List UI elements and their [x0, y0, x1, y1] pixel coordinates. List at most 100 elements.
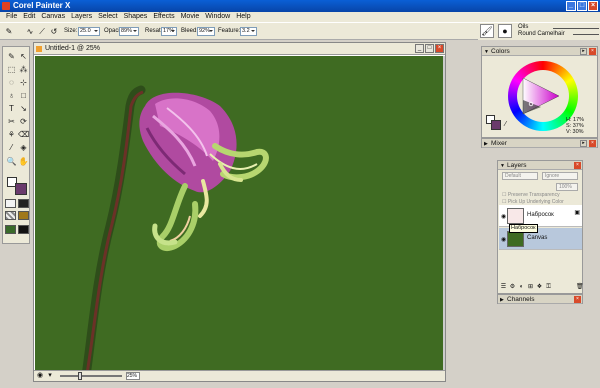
size-field[interactable]: 25.0: [78, 27, 100, 36]
delete-layer-icon[interactable]: 🗑: [576, 284, 584, 291]
brush-tool-icon[interactable]: ✎: [6, 51, 17, 62]
layer-thumbnail: [507, 208, 524, 224]
layers-panel-header[interactable]: ▼ Layers ×: [498, 161, 582, 170]
menu-effects[interactable]: Effects: [150, 12, 177, 22]
panel-menu-icon[interactable]: ▸: [580, 140, 587, 147]
brush-category-icon[interactable]: 🖌: [480, 24, 494, 38]
colors-panel-header[interactable]: ▼ Colors ▸ ×: [482, 47, 597, 56]
nozzle-selector-icon[interactable]: [5, 225, 16, 234]
menu-help[interactable]: Help: [233, 12, 253, 22]
panel-close-icon[interactable]: ×: [589, 140, 596, 147]
dynamic-plugins-icon[interactable]: ⚙: [509, 284, 516, 291]
bleed-field[interactable]: 92%: [197, 27, 215, 36]
menu-window[interactable]: Window: [202, 12, 233, 22]
zoom-out-icon[interactable]: ▾: [46, 372, 54, 380]
composite-method-select[interactable]: Default: [502, 172, 538, 180]
lasso-icon[interactable]: ◌: [6, 77, 17, 88]
doc-close-button[interactable]: ×: [435, 44, 444, 53]
look-selector-icon[interactable]: [18, 225, 29, 234]
expand-triangle-icon[interactable]: ▶: [500, 296, 504, 305]
panel-close-icon[interactable]: ×: [589, 48, 596, 55]
rectangle-shape-icon[interactable]: □: [18, 90, 29, 101]
new-layer-icon[interactable]: ⊞: [527, 284, 534, 291]
layer-adjuster-icon[interactable]: ↖: [18, 51, 29, 62]
brush-variant-icon[interactable]: ●: [498, 24, 512, 38]
shape-selection-icon[interactable]: ↘: [18, 103, 29, 114]
mixer-panel-header[interactable]: ▶ Mixer ▸ ×: [482, 139, 597, 148]
zoom-slider-track[interactable]: [60, 375, 122, 377]
app-title-bar: Corel Painter X _ □ ×: [0, 0, 600, 12]
layer-name-tooltip: Набросок: [509, 224, 538, 233]
weaves-selector-icon[interactable]: [5, 211, 16, 220]
scissors-icon[interactable]: ✂: [6, 116, 17, 127]
resat-field[interactable]: 17%: [161, 27, 177, 36]
rotate-icon[interactable]: ⟳: [18, 116, 29, 127]
pattern-selector-icon[interactable]: [18, 199, 29, 208]
painting-canvas[interactable]: [35, 56, 444, 370]
close-button[interactable]: ×: [588, 1, 598, 11]
toolbox: ✎ ↖ ⬚ ⁂ ◌ ⊹ ♁ □ T ↘ ✂ ⟳ ⚘ ⌫ ⁄ ◈ 🔍 ✋: [2, 46, 30, 244]
panel-menu-icon[interactable]: ▸: [580, 48, 587, 55]
panel-close-icon[interactable]: ×: [574, 162, 581, 169]
composite-depth-select[interactable]: Ignore: [542, 172, 578, 180]
dropper-icon[interactable]: ⁄: [6, 142, 17, 153]
group-layers-icon[interactable]: ❖: [536, 284, 543, 291]
eyedropper-icon[interactable]: ⁄: [505, 121, 506, 128]
channels-panel-header[interactable]: ▶ Channels ×: [498, 295, 582, 304]
document-status-bar: ◉ ▾ 25%: [34, 370, 445, 381]
layer-name: Canvas: [527, 235, 548, 241]
crop-icon[interactable]: ⊹: [18, 77, 29, 88]
doc-maximize-button[interactable]: □: [425, 44, 434, 53]
additional-color-swatch[interactable]: [15, 183, 27, 195]
pen-icon[interactable]: ♁: [6, 90, 17, 101]
minimize-button[interactable]: _: [566, 1, 576, 11]
menu-select[interactable]: Select: [95, 12, 120, 22]
document-title-bar: Untitled-1 @ 25% _ □ ×: [34, 43, 445, 55]
paint-bucket-icon[interactable]: ◈: [18, 142, 29, 153]
menu-shapes[interactable]: Shapes: [121, 12, 151, 22]
cloner-icon[interactable]: ⚘: [6, 129, 17, 140]
magnifier-icon[interactable]: 🔍: [6, 156, 17, 167]
saturation-value-triangle[interactable]: [519, 74, 563, 118]
paper-selector-icon[interactable]: [5, 199, 16, 208]
menu-edit[interactable]: Edit: [20, 12, 38, 22]
lock-icon[interactable]: ▣: [574, 209, 580, 216]
reset-tool-icon[interactable]: ↺: [49, 27, 59, 37]
menu-movie[interactable]: Movie: [178, 12, 203, 22]
opacity-field[interactable]: 89%: [119, 27, 139, 36]
stroke-straight-icon[interactable]: ⟋: [37, 27, 47, 37]
navigator-icon[interactable]: ◉: [36, 372, 44, 380]
zoom-value[interactable]: 25%: [126, 372, 140, 380]
preserve-transparency-checkbox[interactable]: Preserve Transparency: [502, 192, 560, 198]
collapse-triangle-icon[interactable]: ▼: [484, 48, 489, 57]
feature-field[interactable]: 3.2: [240, 27, 257, 36]
vertical-scrollbar[interactable]: [443, 56, 445, 370]
rect-select-icon[interactable]: ⬚: [6, 64, 17, 75]
visibility-eye-icon[interactable]: ◉: [501, 213, 506, 220]
doc-minimize-button[interactable]: _: [415, 44, 424, 53]
menu-file[interactable]: File: [3, 12, 20, 22]
brush-tool-icon[interactable]: ✎: [4, 27, 14, 37]
menu-layers[interactable]: Layers: [68, 12, 95, 22]
panel-close-icon[interactable]: ×: [574, 296, 581, 303]
grabber-icon[interactable]: ✋: [18, 156, 29, 167]
layer-commands-icon[interactable]: ☰: [500, 284, 507, 291]
text-tool-icon[interactable]: T: [6, 103, 17, 114]
maximize-button[interactable]: □: [577, 1, 587, 11]
stroke-freehand-icon[interactable]: ∿: [25, 27, 35, 37]
collapse-triangle-icon[interactable]: ▼: [500, 162, 505, 171]
expand-triangle-icon[interactable]: ▶: [484, 140, 488, 149]
visibility-eye-icon[interactable]: ◉: [501, 236, 506, 243]
app-title: Corel Painter X: [13, 1, 71, 10]
eraser-icon[interactable]: ⌫: [18, 129, 29, 140]
menu-canvas[interactable]: Canvas: [38, 12, 68, 22]
layers-panel: ▼ Layers × Default Ignore 100% Preserve …: [497, 160, 584, 294]
layer-opacity-field[interactable]: 100%: [556, 183, 578, 191]
zoom-slider-knob[interactable]: [78, 372, 82, 380]
lock-layer-icon[interactable]: ⚿: [545, 284, 552, 291]
layer-mask-icon[interactable]: ◐: [518, 284, 525, 291]
additional-color-mini-swatch[interactable]: [491, 120, 501, 130]
brush-selector[interactable]: 🖌 ● Oils Round Camelhair: [478, 23, 600, 40]
magic-wand-icon[interactable]: ⁂: [18, 64, 29, 75]
gradient-selector-icon[interactable]: [18, 211, 29, 220]
